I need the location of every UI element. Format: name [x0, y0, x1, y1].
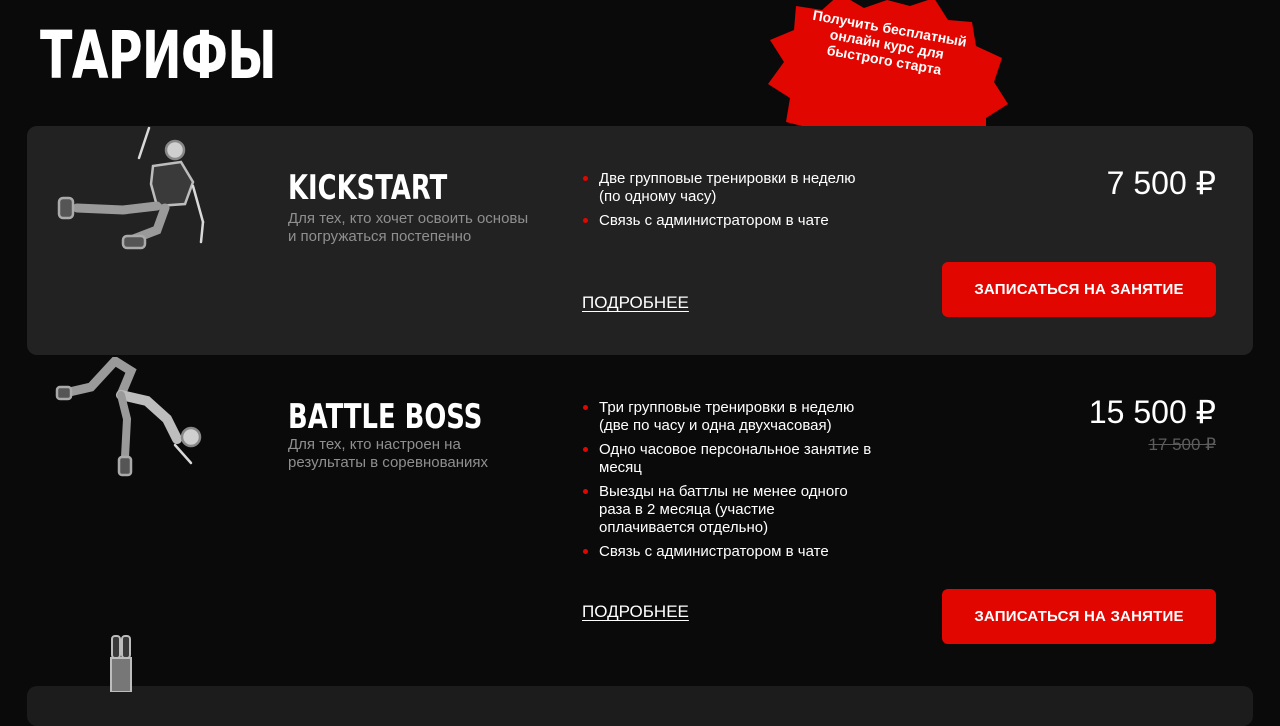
- plan-card-next: [27, 686, 1253, 726]
- plan-name: KICKSTART: [288, 168, 448, 208]
- breakdancer-bridge-illustration: [55, 357, 202, 477]
- bullet-icon: [583, 218, 588, 223]
- old-price: 17 500 ₽: [1148, 435, 1216, 454]
- feature-item: Выезды на баттлы не менее одного раза в …: [582, 483, 872, 537]
- feature-item: Две групповые тренировки в неделю (по од…: [582, 170, 872, 206]
- plan-card-kickstart: KICKSTART Для тех, кто хочет освоить осн…: [27, 126, 1253, 355]
- feature-item: Одно часовое персональное занятие в меся…: [582, 441, 872, 477]
- breakdancer-freeze-illustration: [57, 126, 205, 250]
- feature-item: Три групповые тренировки в неделю (две п…: [582, 399, 872, 435]
- feature-item: Связь с администратором в чате: [582, 543, 872, 561]
- bullet-icon: [583, 405, 588, 410]
- bullet-icon: [583, 489, 588, 494]
- bullet-icon: [583, 549, 588, 554]
- plan-card-battle-boss: BATTLE BOSS Для тех, кто настроен на рез…: [27, 355, 1253, 685]
- sign-up-button[interactable]: ЗАПИСАТЬСЯ НА ЗАНЯТИЕ: [942, 589, 1216, 644]
- feature-list: Две групповые тренировки в неделю (по од…: [582, 170, 872, 236]
- plan-description: Для тех, кто настроен на результаты в со…: [288, 436, 489, 471]
- bullet-icon: [583, 447, 588, 452]
- feature-item: Связь с администратором в чате: [582, 212, 872, 230]
- plan-description: Для тех, кто хочет освоить основы и погр…: [288, 210, 529, 245]
- more-details-link[interactable]: ПОДРОБНЕЕ: [582, 293, 689, 313]
- bullet-icon: [583, 176, 588, 181]
- more-details-link[interactable]: ПОДРОБНЕЕ: [582, 602, 689, 622]
- page-title: ТАРИФЫ: [40, 17, 277, 94]
- plan-price: 7 500 ₽: [1106, 165, 1216, 201]
- sign-up-button[interactable]: ЗАПИСАТЬСЯ НА ЗАНЯТИЕ: [942, 262, 1216, 317]
- plan-price: 15 500 ₽: [1088, 394, 1216, 430]
- breakdancer-legs-illustration: [110, 635, 132, 692]
- plan-name: BATTLE BOSS: [288, 397, 483, 437]
- feature-list: Три групповые тренировки в неделю (две п…: [582, 399, 872, 567]
